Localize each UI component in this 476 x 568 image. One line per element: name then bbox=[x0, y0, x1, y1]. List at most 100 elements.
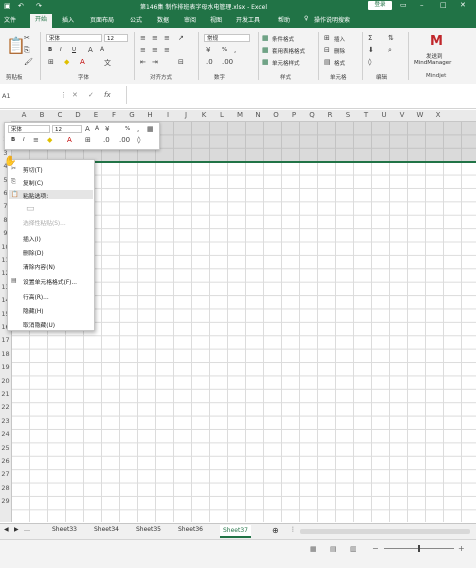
currency-icon[interactable]: ¥ bbox=[206, 46, 210, 54]
sheet-tab[interactable]: Sheet35 bbox=[136, 526, 161, 533]
find-select-icon[interactable]: ⌕ bbox=[388, 46, 392, 55]
column-header[interactable]: T bbox=[357, 111, 375, 119]
column-header[interactable]: H bbox=[141, 111, 159, 119]
mini-bold-button[interactable]: B bbox=[11, 137, 15, 143]
column-header[interactable]: U bbox=[375, 111, 393, 119]
number-format-select[interactable]: 常规 bbox=[204, 34, 250, 42]
column-header[interactable]: R bbox=[321, 111, 339, 119]
column-header[interactable]: N bbox=[249, 111, 267, 119]
row-header[interactable]: 28 bbox=[0, 484, 11, 492]
orientation-icon[interactable]: ↗ bbox=[178, 34, 184, 42]
page-break-view-icon[interactable]: ▥ bbox=[350, 545, 357, 553]
cell-styles-button[interactable]: 单元格样式 bbox=[272, 59, 300, 67]
tab-formulas[interactable]: 公式 bbox=[130, 15, 142, 24]
phonetic-icon[interactable]: 文 bbox=[104, 58, 111, 68]
insert-cells-icon[interactable]: ⊞ bbox=[324, 34, 330, 42]
row-header[interactable]: 18 bbox=[0, 350, 11, 358]
confirm-formula-icon[interactable]: ✓ bbox=[88, 91, 94, 99]
cell-styles-icon[interactable]: ▦ bbox=[262, 58, 269, 66]
fill-color-icon[interactable]: ◆ bbox=[64, 58, 69, 66]
align-center-icon[interactable]: ≡ bbox=[152, 46, 158, 54]
tell-me-search[interactable]: 操作说明搜索 bbox=[314, 15, 350, 24]
context-menu-item[interactable]: 剪切(T) bbox=[23, 165, 43, 174]
cancel-formula-icon[interactable]: ✕ bbox=[72, 91, 78, 99]
sheet-tab[interactable]: Sheet34 bbox=[94, 526, 119, 533]
fill-icon[interactable]: ⬇ bbox=[368, 46, 374, 54]
tab-file[interactable]: 文件 bbox=[4, 15, 16, 24]
tab-data[interactable]: 数据 bbox=[157, 15, 169, 24]
context-menu-item[interactable]: 设置单元格格式(F)... bbox=[23, 277, 77, 286]
grow-font-icon[interactable]: A bbox=[88, 46, 93, 54]
increase-decimal-icon[interactable]: .0 bbox=[206, 58, 213, 66]
row-header[interactable]: 23 bbox=[0, 417, 11, 425]
underline-button[interactable]: U bbox=[72, 47, 76, 53]
close-icon[interactable]: ✕ bbox=[460, 1, 466, 9]
border-icon[interactable]: ⊞ bbox=[85, 136, 91, 144]
row-header[interactable]: 24 bbox=[0, 430, 11, 438]
context-menu-item[interactable]: 粘贴选项: bbox=[23, 191, 48, 200]
format-cells-icon[interactable]: ▤ bbox=[324, 58, 331, 66]
insert-function-icon[interactable]: fx bbox=[104, 91, 111, 99]
row-header[interactable]: 29 bbox=[0, 497, 11, 505]
decrease-decimal-icon[interactable]: .00 bbox=[119, 136, 130, 144]
page-layout-view-icon[interactable]: ▤ bbox=[330, 545, 337, 553]
format-painter-icon[interactable]: 🖌 bbox=[24, 58, 33, 66]
paste-icon[interactable]: 📋 bbox=[6, 36, 26, 55]
tab-developer[interactable]: 开发工具 bbox=[236, 15, 260, 24]
copy-icon[interactable]: ⎘ bbox=[24, 46, 30, 55]
column-header[interactable]: M bbox=[231, 111, 249, 119]
font-color-icon[interactable]: A bbox=[80, 58, 85, 66]
eraser-icon[interactable]: ◊ bbox=[137, 136, 140, 144]
column-header[interactable]: G bbox=[123, 111, 141, 119]
context-menu-item[interactable]: 行高(R)... bbox=[23, 292, 49, 301]
maximize-icon[interactable]: □ bbox=[440, 1, 447, 9]
sheet-tab[interactable]: Sheet33 bbox=[52, 526, 77, 533]
mini-percent-button[interactable]: % bbox=[125, 126, 130, 132]
grow-font-icon[interactable]: A bbox=[85, 125, 90, 133]
clear-icon[interactable]: ◊ bbox=[368, 58, 371, 66]
font-name-select[interactable]: 宋体 bbox=[46, 34, 102, 42]
column-header[interactable]: D bbox=[69, 111, 87, 119]
column-header[interactable]: O bbox=[267, 111, 285, 119]
delete-cells-icon[interactable]: ⊟ bbox=[324, 46, 330, 54]
context-menu-item[interactable]: 取消隐藏(U) bbox=[23, 320, 55, 329]
row-header[interactable]: 22 bbox=[0, 403, 11, 411]
send-to-button[interactable]: 发送到 bbox=[426, 52, 443, 60]
format-cells-button[interactable]: 格式 bbox=[334, 59, 345, 67]
formula-input[interactable] bbox=[126, 86, 473, 104]
login-button[interactable]: 登录 bbox=[368, 1, 392, 10]
zoom-in-icon[interactable]: + bbox=[458, 544, 465, 553]
decrease-indent-icon[interactable]: ⇤ bbox=[140, 58, 146, 66]
horizontal-scrollbar[interactable] bbox=[300, 529, 470, 534]
column-header[interactable]: L bbox=[213, 111, 231, 119]
context-menu-item[interactable]: 复制(C) bbox=[23, 178, 43, 187]
align-bottom-icon[interactable]: ≡ bbox=[164, 34, 170, 42]
tab-page-layout[interactable]: 页面布局 bbox=[90, 15, 114, 24]
row-header[interactable]: 21 bbox=[0, 390, 11, 398]
fill-color-icon[interactable]: ◆ bbox=[47, 136, 52, 144]
normal-view-icon[interactable]: ▦ bbox=[310, 545, 317, 553]
format-painter-icon[interactable]: ▦ bbox=[147, 125, 154, 133]
comma-style-icon[interactable]: , bbox=[137, 125, 139, 133]
insert-cells-button[interactable]: 插入 bbox=[334, 35, 345, 43]
mindmanager-icon[interactable]: M bbox=[430, 34, 443, 49]
border-icon[interactable]: ⊞ bbox=[48, 58, 54, 66]
row-header[interactable]: 26 bbox=[0, 457, 11, 465]
font-size-select[interactable]: 12 bbox=[104, 34, 128, 42]
cut-icon[interactable]: ✂ bbox=[24, 34, 30, 42]
mini-font-name-select[interactable]: 宋体 bbox=[8, 125, 50, 133]
tab-help[interactable]: 帮助 bbox=[278, 15, 290, 24]
name-box[interactable]: A1 bbox=[2, 92, 11, 100]
column-header[interactable]: C bbox=[51, 111, 69, 119]
align-right-icon[interactable]: ≡ bbox=[164, 46, 170, 54]
align-left-icon[interactable]: ≡ bbox=[140, 46, 146, 54]
delete-cells-button[interactable]: 删除 bbox=[334, 47, 345, 55]
column-header[interactable]: F bbox=[105, 111, 123, 119]
row-header[interactable]: 20 bbox=[0, 377, 11, 385]
column-header[interactable]: W bbox=[411, 111, 429, 119]
column-header[interactable]: P bbox=[285, 111, 303, 119]
column-header[interactable]: V bbox=[393, 111, 411, 119]
context-menu-item[interactable]: 隐藏(H) bbox=[23, 306, 43, 315]
sheet-tab[interactable]: Sheet37 bbox=[220, 525, 251, 538]
decrease-decimal-icon[interactable]: .00 bbox=[222, 58, 233, 66]
